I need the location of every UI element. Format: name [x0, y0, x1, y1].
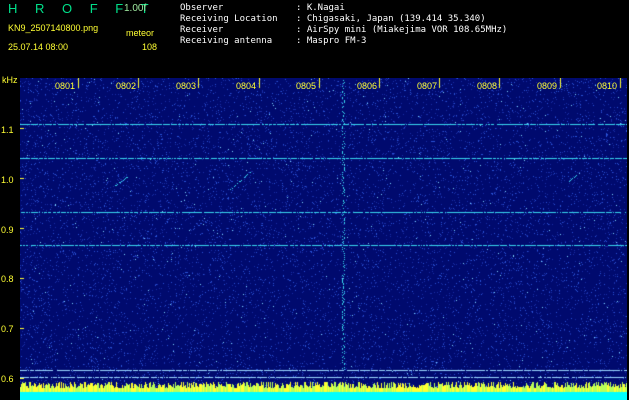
y-tick-label: 1.1 — [1, 125, 14, 135]
time-tick-label: 0808 — [477, 81, 498, 91]
datetime-label: 25.07.14 08:00 — [8, 42, 69, 52]
spectrogram-canvas — [20, 78, 627, 400]
time-tick-label: 0806 — [357, 81, 378, 91]
time-tick-label: 0807 — [417, 81, 438, 91]
time-tick-label: 0801 — [55, 81, 76, 91]
frequency-unit-label: kHz — [2, 75, 18, 85]
time-tick-label: 0802 — [116, 81, 137, 91]
mode-label: meteor — [126, 28, 155, 38]
y-tick-label: 0.9 — [1, 225, 14, 235]
count-label: 108 — [142, 42, 158, 52]
y-tick-label: 0.7 — [1, 324, 14, 334]
filename-label: KN9_2507140800.png — [8, 23, 99, 33]
time-tick-label: 0810 — [597, 81, 618, 91]
time-tick-label: 0809 — [537, 81, 558, 91]
version-label: 1.00f — [124, 3, 147, 14]
y-tick-label: 0.6 — [1, 374, 14, 384]
time-tick-label: 0805 — [296, 81, 317, 91]
y-tick-label: 0.8 — [1, 274, 14, 284]
info-values: : K.Nagai : Chigasaki, Japan (139.414 35… — [296, 3, 508, 46]
info-labels: Observer Receiving Location Receiver Rec… — [180, 3, 278, 46]
y-tick-label: 1.0 — [1, 175, 14, 185]
time-tick-label: 0803 — [176, 81, 197, 91]
time-tick-label: 0804 — [236, 81, 257, 91]
